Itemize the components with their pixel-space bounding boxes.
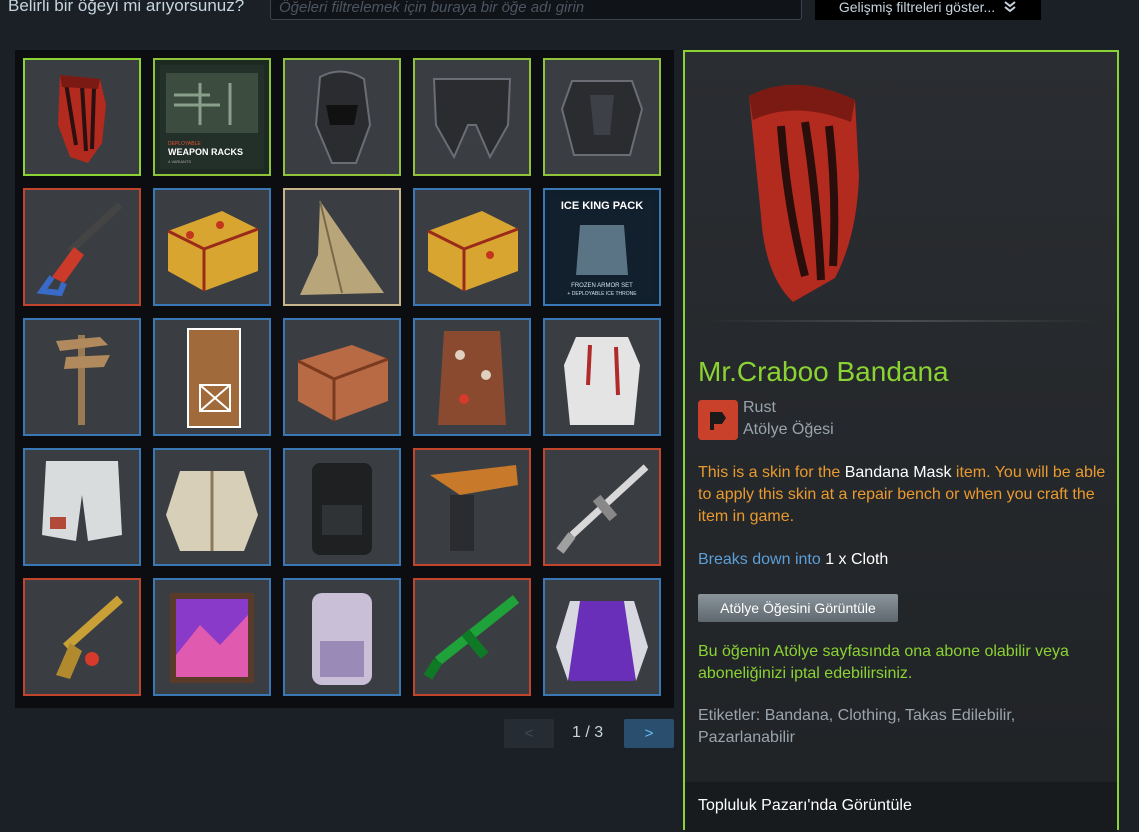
gingerbread-door-icon	[187, 328, 241, 428]
item-painted-box-2[interactable]	[413, 188, 531, 306]
inventory-grid: DEPLOYABLE WEAPON RACKS 4 VARIANTS ICE K…	[15, 50, 674, 708]
item-ice-chest[interactable]	[543, 58, 661, 176]
desc-item-name: Bandana Mask	[844, 464, 952, 481]
ice-king-sub2: + DEPLOYABLE ICE THRONE	[567, 291, 637, 297]
ice-king-sub: FROZEN ARMOR SET	[571, 283, 633, 289]
ice-chest-armor-icon	[560, 80, 644, 156]
item-orange-pistol[interactable]	[413, 448, 531, 566]
item-title: Mr.Craboo Bandana	[698, 356, 949, 387]
bandana-mask-icon	[58, 75, 106, 163]
burlap-cloth-icon	[300, 200, 384, 295]
item-type: Atölye Öğesi	[743, 421, 834, 438]
varsity-jacket-icon	[556, 601, 648, 681]
item-purple-painting[interactable]	[153, 578, 271, 696]
item-varsity-jacket[interactable]	[543, 578, 661, 696]
weapon-racks-sub: 4 VARIANTS	[168, 159, 191, 164]
search-input[interactable]	[270, 0, 802, 20]
item-description: This is a skin for the Bandana Mask item…	[698, 462, 1108, 528]
item-salvaged-rifle[interactable]	[23, 188, 141, 306]
bloody-vest-icon	[564, 337, 640, 425]
rust-logo-icon	[698, 400, 738, 440]
search-label: Belirli bir öğeyi mi arıyorsunuz?	[8, 0, 245, 15]
white-thompson-icon	[556, 464, 649, 554]
view-workshop-button[interactable]: Atölye Öğesini Görüntüle	[698, 594, 898, 622]
item-painted-box[interactable]	[153, 188, 271, 306]
subscribe-note: Bu öğenin Atölye sayfasında ona abone ol…	[698, 643, 1069, 682]
desc-pre: This is a skin for the	[698, 464, 845, 481]
item-tactical-backpack[interactable]	[283, 448, 401, 566]
pager-page-text: 1 / 3	[572, 724, 604, 741]
wooden-box-icon	[297, 345, 389, 421]
panel-divider	[705, 320, 1099, 322]
ice-leg-armor-icon	[432, 78, 512, 160]
item-wooden-box[interactable]	[283, 318, 401, 436]
item-white-thompson[interactable]	[543, 448, 661, 566]
breaks-value: 1 x Cloth	[825, 551, 889, 568]
item-gingerbread-door[interactable]	[153, 318, 271, 436]
item-fur-jacket[interactable]	[153, 448, 271, 566]
pager-prev-button[interactable]: <	[504, 719, 554, 748]
green-smg-icon	[423, 595, 520, 680]
item-bandana-mask[interactable]	[23, 58, 141, 176]
item-ice-helmet[interactable]	[283, 58, 401, 176]
purple-painting-icon	[170, 593, 254, 683]
item-signpost[interactable]	[23, 318, 141, 436]
item-gold-pistol[interactable]	[23, 578, 141, 696]
item-rivals-backpack[interactable]	[283, 578, 401, 696]
item-ice-legs[interactable]	[413, 58, 531, 176]
item-weapon-racks[interactable]: DEPLOYABLE WEAPON RACKS 4 VARIANTS	[153, 58, 271, 176]
item-patched-shorts[interactable]	[23, 448, 141, 566]
item-detail-panel: Mr.Craboo Bandana Rust Atölye Öğesi This…	[683, 50, 1119, 832]
advanced-filters-label: Gelişmiş filtreleri göster...	[838, 0, 996, 15]
item-tags: Etiketler: Bandana, Clothing, Takas Edil…	[698, 707, 1016, 746]
item-burlap[interactable]	[283, 188, 401, 306]
item-green-smg[interactable]	[413, 578, 531, 696]
pager-next-button[interactable]: >	[624, 719, 674, 748]
rust-game-icon	[698, 400, 738, 440]
festive-sleeping-bag-icon	[438, 331, 506, 425]
breaks-label: Breaks down into	[698, 551, 826, 568]
breaks-down-info: Breaks down into 1 x Cloth	[698, 551, 888, 569]
gold-pistol-icon	[56, 595, 123, 679]
bandana-mask-large-image	[749, 84, 859, 302]
rivals-backpack-icon	[312, 593, 372, 685]
weapon-racks-title: WEAPON RACKS	[168, 147, 243, 157]
fur-jacket-icon	[166, 471, 258, 551]
item-ice-king-pack[interactable]: ICE KING PACK FROZEN ARMOR SET + DEPLOYA…	[543, 188, 661, 306]
game-name: Rust	[743, 399, 776, 416]
double-chevron-down-icon	[1004, 1, 1016, 13]
item-bloody-vest[interactable]	[543, 318, 661, 436]
signpost-icon	[56, 335, 110, 425]
ice-king-pack-icon: ICE KING PACK FROZEN ARMOR SET + DEPLOYA…	[550, 195, 654, 299]
orange-pistol-icon	[430, 465, 518, 551]
ice-helmet-icon	[314, 70, 372, 164]
advanced-filters-button[interactable]: Gelişmiş filtreleri göster...	[815, 0, 1041, 20]
weapon-racks-icon: DEPLOYABLE WEAPON RACKS 4 VARIANTS	[160, 65, 264, 169]
view-market-link[interactable]: Topluluk Pazarı'nda Görüntüle	[698, 797, 912, 815]
tactical-backpack-icon	[312, 463, 372, 555]
item-festive-bag[interactable]	[413, 318, 531, 436]
salvaged-rifle-icon	[36, 202, 123, 297]
painted-box-2-icon	[427, 211, 519, 291]
patched-shorts-icon	[42, 461, 122, 541]
painted-box-icon	[167, 211, 259, 291]
ice-king-title: ICE KING PACK	[561, 200, 643, 212]
